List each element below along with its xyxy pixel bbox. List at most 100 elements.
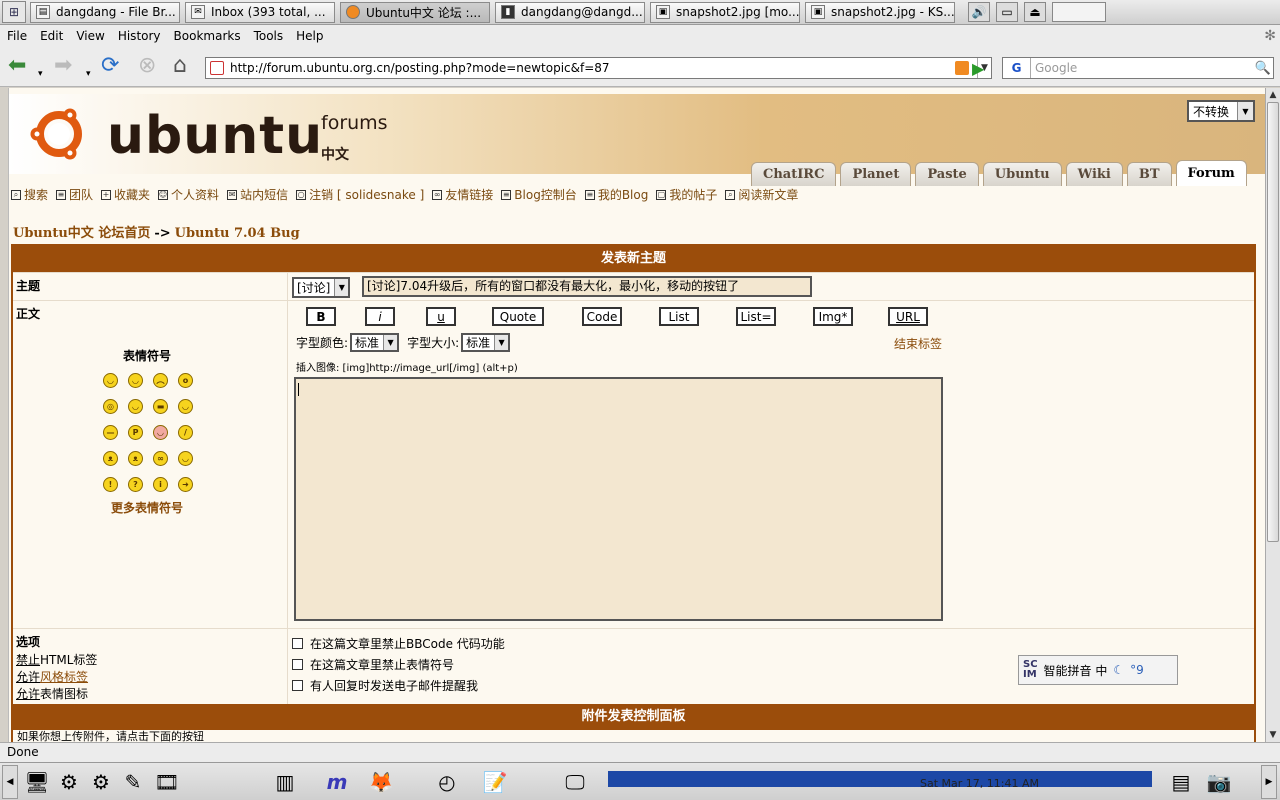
task-firefox[interactable]: Ubuntu中文 论坛 :... (340, 1, 490, 23)
planner-launcher-icon[interactable]: ◴ (432, 768, 462, 796)
link-my-posts[interactable]: ▢ 我的帖子 (656, 186, 717, 203)
menu-tools[interactable]: Tools (254, 29, 284, 43)
smiley-icon[interactable]: o (178, 373, 193, 388)
link-team[interactable]: ≡ 团队 (56, 186, 93, 203)
link-my-blog[interactable]: ≡ 我的Blog (584, 186, 648, 203)
tab-ubuntu[interactable]: Ubuntu (982, 162, 1062, 186)
smiley-icon[interactable]: ▬ (153, 399, 168, 414)
topic-type-select[interactable]: [讨论] ▼ (292, 277, 351, 298)
home-icon[interactable]: ⌂ (173, 54, 187, 78)
tab-wiki[interactable]: Wiki (1065, 162, 1123, 186)
disable-bbcode-option[interactable]: 在这篇文章里禁止BBCode 代码功能 (292, 633, 1250, 654)
archive-launcher-icon[interactable]: ▥ (270, 768, 300, 796)
firefox-launcher-icon[interactable]: 🦊 (366, 768, 396, 796)
url-bar[interactable]: http://forum.ubuntu.org.cn/posting.php?m… (205, 57, 992, 79)
tab-paste[interactable]: Paste (915, 162, 979, 186)
smiley-icon[interactable]: ! (103, 477, 118, 492)
message-textarea[interactable] (294, 377, 943, 621)
smiley-icon[interactable]: ᴥ (128, 451, 143, 466)
drive-icon[interactable]: ▤ (1166, 768, 1196, 796)
breadcrumb-current[interactable]: Ubuntu 7.04 Bug (175, 226, 300, 241)
underline-button[interactable]: u (426, 307, 456, 326)
terminal-launcher-icon[interactable]: 🖥 (22, 768, 52, 796)
font-size-select[interactable]: 标准 ▼ (461, 333, 511, 352)
close-tags-link[interactable]: 结束标签 (894, 335, 942, 352)
font-color-select[interactable]: 标准 ▼ (350, 333, 400, 352)
media-launcher-icon[interactable]: 🎞 (152, 768, 182, 796)
smiley-icon[interactable]: ︵ (153, 373, 168, 388)
camera-icon[interactable]: 📷 (1204, 768, 1234, 796)
forward-history-dropdown-icon[interactable]: ▾ (86, 62, 91, 86)
task-file-browser[interactable]: ▤ dangdang - File Br... (30, 1, 180, 23)
url-button[interactable]: URL (888, 307, 928, 326)
clock[interactable]: Sat Mar 17, 11:41 AM (920, 777, 1039, 790)
scroll-up-icon[interactable]: ▲ (1266, 88, 1280, 102)
volume-icon[interactable]: 🔊 (968, 2, 990, 22)
task-image-viewer[interactable]: ▣ snapshot2.jpg [mo... (650, 1, 800, 23)
reload-icon[interactable]: ⟳ (101, 54, 119, 78)
input-method-bar[interactable]: SC IM 智能拼音 中 ☾ °9 (1018, 655, 1178, 685)
scroll-down-icon[interactable]: ▼ (1266, 728, 1280, 742)
back-icon[interactable]: ⬅ (8, 54, 26, 78)
stop-icon[interactable]: ⊗ (138, 54, 156, 78)
vertical-scrollbar[interactable]: ▲ ▼ (1265, 88, 1280, 742)
list-button[interactable]: List (659, 307, 699, 326)
smiley-icon[interactable]: ∞ (153, 451, 168, 466)
smiley-icon[interactable]: i (153, 477, 168, 492)
smiley-icon[interactable]: ◡ (178, 451, 193, 466)
search-magnifier-icon[interactable]: 🔍 (1253, 61, 1273, 76)
tools-launcher-icon[interactable]: ✎ (118, 768, 148, 796)
image-button[interactable]: Img* (813, 307, 853, 326)
task-inbox[interactable]: ✉ Inbox (393 total, ... (185, 1, 335, 23)
url-text[interactable]: http://forum.ubuntu.org.cn/posting.php?m… (230, 61, 955, 75)
smiley-icon[interactable]: ◡ (103, 373, 118, 388)
smiley-icon[interactable]: ➜ (178, 477, 193, 492)
language-select[interactable]: 不转换 ▼ (1187, 100, 1255, 122)
menu-launcher-icon[interactable]: ⚙ (54, 768, 84, 796)
notes-launcher-icon[interactable]: 📝 (480, 768, 510, 796)
menu-help[interactable]: Help (296, 29, 323, 43)
link-private-messages[interactable]: ✉ 站内短信 (227, 186, 288, 203)
menu-bookmarks[interactable]: Bookmarks (174, 29, 241, 43)
back-history-dropdown-icon[interactable]: ▾ (38, 62, 43, 86)
tab-bt[interactable]: BT (1126, 162, 1172, 186)
smiley-icon[interactable]: ᴥ (103, 451, 118, 466)
link-read-new[interactable]: ⌕ 阅读新文章 (725, 186, 798, 203)
tab-planet[interactable]: Planet (840, 162, 912, 186)
tab-chatirc[interactable]: ChatIRC (751, 162, 837, 186)
checkbox[interactable] (292, 680, 303, 691)
task-terminal[interactable]: ▮ dangdang@dangd... (495, 1, 645, 23)
smiley-icon[interactable]: / (178, 425, 193, 440)
menu-file[interactable]: File (7, 29, 27, 43)
smiley-icon[interactable]: — (103, 425, 118, 440)
search-bar[interactable]: G Google 🔍 (1002, 57, 1274, 79)
settings-launcher-icon[interactable]: ⚙ (86, 768, 116, 796)
link-blog-console[interactable]: ≡ Blog控制台 (501, 186, 577, 203)
go-icon[interactable]: ▶ (972, 59, 984, 78)
m-launcher-icon[interactable]: m (322, 768, 352, 796)
tab-forum[interactable]: Forum (1175, 160, 1247, 186)
menu-edit[interactable]: Edit (40, 29, 63, 43)
task-ksnapshot[interactable]: ▣ snapshot2.jpg - KS... (805, 1, 955, 23)
link-friend-links[interactable]: ∞ 友情链接 (432, 186, 493, 203)
forward-icon[interactable]: ➡ (54, 54, 72, 78)
show-desktop-icon[interactable]: ⊞ (2, 1, 26, 23)
link-favorites[interactable]: + 收藏夹 (101, 186, 150, 203)
code-button[interactable]: Code (582, 307, 622, 326)
menu-view[interactable]: View (76, 29, 104, 43)
smiley-icon[interactable]: ? (128, 477, 143, 492)
desktop-switch-icon[interactable]: ▭ (996, 2, 1018, 22)
smiley-icon[interactable]: ◡ (128, 399, 143, 414)
breadcrumb-home[interactable]: Ubuntu中文 论坛首页 (13, 226, 150, 241)
link-logout[interactable]: ○ 注销 [ solidesnake ] (296, 186, 424, 203)
italic-button[interactable]: i (365, 307, 395, 326)
ordered-list-button[interactable]: List= (736, 307, 776, 326)
link-profile[interactable]: ☺ 个人资料 (158, 186, 219, 203)
rss-feed-icon[interactable] (955, 61, 969, 75)
logout-icon[interactable]: ⏏ (1024, 2, 1046, 22)
smiley-icon[interactable]: ◡ (128, 373, 143, 388)
search-input[interactable]: Google (1031, 61, 1253, 75)
link-search[interactable]: ⌕ 搜索 (11, 186, 48, 203)
firefox-launcher-icon[interactable] (1052, 2, 1106, 22)
checkbox[interactable] (292, 659, 303, 670)
